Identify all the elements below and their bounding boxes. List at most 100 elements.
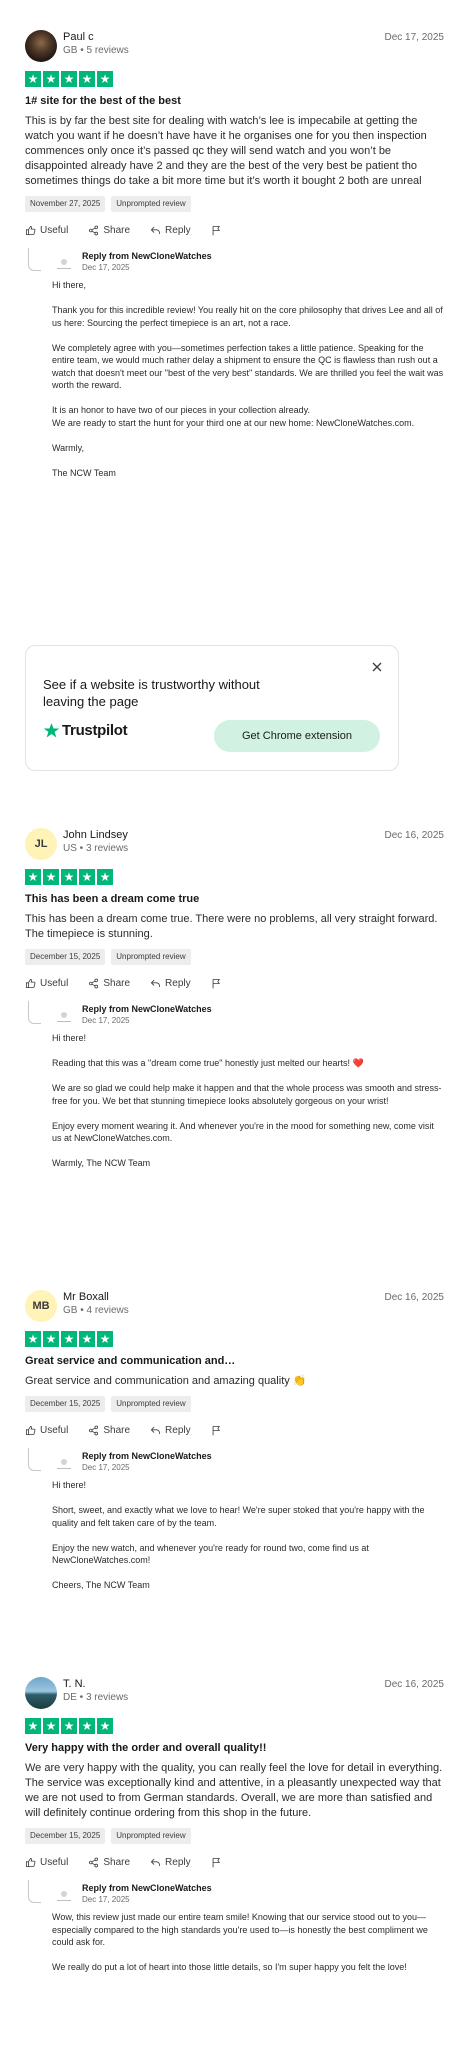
review-date: Dec 16, 2025 xyxy=(384,1679,445,1690)
star-icon: ★ xyxy=(97,1331,113,1347)
reply-date: Dec 17, 2025 xyxy=(82,1016,130,1025)
avatar[interactable]: MB xyxy=(25,1290,57,1322)
star-icon: ★ xyxy=(43,869,59,885)
company-reply: Reply from NewCloneWatches Dec 17, 2025 … xyxy=(25,1880,444,1974)
review-actions: Useful Share Reply xyxy=(25,1425,444,1436)
useful-button[interactable]: Useful xyxy=(25,1857,68,1868)
company-logo-icon[interactable] xyxy=(52,1880,76,1902)
trustpilot-logo: Trustpilot xyxy=(43,722,128,739)
share-icon xyxy=(89,978,99,989)
reply-text: Hi there! Short, sweet, and exactly what … xyxy=(52,1479,444,1592)
experience-date-tag: December 15, 2025 xyxy=(25,1396,106,1412)
reply-paragraph: It is an honor to have two of our pieces… xyxy=(52,405,415,428)
promo-text: See if a website is trustworthy without … xyxy=(43,677,260,709)
reply-label: Reply xyxy=(165,978,191,989)
review-tags: December 15, 2025 Unprompted review xyxy=(25,1828,444,1844)
report-button[interactable] xyxy=(211,978,222,989)
reply-from: Reply from NewCloneWatches xyxy=(82,1883,212,1893)
star-icon: ★ xyxy=(61,869,77,885)
review-type-tag: Unprompted review xyxy=(111,1828,191,1844)
close-icon[interactable] xyxy=(370,660,384,674)
useful-button[interactable]: Useful xyxy=(25,225,68,236)
reply-button[interactable]: Reply xyxy=(150,225,191,236)
share-icon xyxy=(89,225,99,236)
reply-paragraph: We really do put a lot of heart into tho… xyxy=(52,1962,407,1972)
review-title[interactable]: Great service and communication and… xyxy=(25,1354,444,1368)
company-logo-icon[interactable] xyxy=(52,248,76,270)
trustpilot-star-icon xyxy=(43,723,60,738)
useful-label: Useful xyxy=(40,225,69,236)
reviewer-name[interactable]: Mr Boxall xyxy=(63,1290,129,1304)
share-icon xyxy=(89,1857,99,1868)
reply-paragraph: Short, sweet, and exactly what we love t… xyxy=(52,1505,425,1528)
review-date: Dec 17, 2025 xyxy=(384,32,445,43)
reply-connector xyxy=(28,248,41,271)
company-logo-icon[interactable] xyxy=(52,1448,76,1470)
avatar[interactable]: JL xyxy=(25,828,57,860)
reply-from: Reply from NewCloneWatches xyxy=(82,251,212,261)
reply-text: Hi there, Thank you for this incredible r… xyxy=(52,279,444,479)
share-icon xyxy=(89,1425,99,1436)
share-button[interactable]: Share xyxy=(88,1425,130,1436)
report-button[interactable] xyxy=(211,1425,222,1436)
flag-icon xyxy=(212,1857,220,1868)
reviewer-name[interactable]: John Lindsey xyxy=(63,828,128,842)
star-icon: ★ xyxy=(61,71,77,87)
review-type-tag: Unprompted review xyxy=(111,196,191,212)
review-title[interactable]: Very happy with the order and overall qu… xyxy=(25,1741,444,1755)
share-button[interactable]: Share xyxy=(88,1857,130,1868)
reply-paragraph: Warmly, The NCW Team xyxy=(52,1158,151,1168)
reply-paragraph: Thank you for this incredible review! Yo… xyxy=(52,305,443,328)
review-title[interactable]: 1# site for the best of the best xyxy=(25,94,444,108)
star-icon: ★ xyxy=(25,71,41,87)
reply-paragraph: Enjoy the new watch, and whenever you're… xyxy=(52,1542,369,1566)
avatar[interactable] xyxy=(25,1677,57,1709)
reply-button[interactable]: Reply xyxy=(150,978,191,989)
star-icon: ★ xyxy=(25,869,41,885)
review-tags: December 15, 2025 Unprompted review xyxy=(25,1396,444,1412)
star-rating: ★ ★ ★ ★ ★ xyxy=(25,71,444,87)
star-icon: ★ xyxy=(97,869,113,885)
reviewer-meta: DE • 3 reviews xyxy=(63,1692,129,1703)
star-icon: ★ xyxy=(43,1718,59,1734)
reply-button[interactable]: Reply xyxy=(150,1857,191,1868)
get-chrome-extension-button[interactable]: Get Chrome extension xyxy=(214,720,380,752)
reviewer-name[interactable]: T. N. xyxy=(63,1677,128,1691)
company-reply: Reply from NewCloneWatches Dec 17, 2025 … xyxy=(25,1001,444,1170)
avatar-initials: JL xyxy=(34,838,48,850)
useful-button[interactable]: Useful xyxy=(25,1425,68,1436)
review-body: We are very happy with the quality, you … xyxy=(25,1762,443,1819)
company-reply: Reply from NewCloneWatches Dec 17, 2025 … xyxy=(25,248,444,479)
star-icon: ★ xyxy=(79,1718,95,1734)
report-button[interactable] xyxy=(211,1857,222,1868)
star-icon: ★ xyxy=(25,1331,41,1347)
reply-arrow-icon xyxy=(150,1858,161,1866)
useful-button[interactable]: Useful xyxy=(25,978,68,989)
reply-paragraph: Hi there! xyxy=(52,1033,87,1043)
review-actions: Useful Share Reply xyxy=(25,978,444,989)
star-icon: ★ xyxy=(97,1718,113,1734)
company-reply: Reply from NewCloneWatches Dec 17, 2025 … xyxy=(25,1448,444,1592)
reply-date: Dec 17, 2025 xyxy=(82,1895,130,1904)
star-rating: ★ ★ ★ ★ ★ xyxy=(25,869,444,885)
share-label: Share xyxy=(103,225,131,236)
reply-from: Reply from NewCloneWatches xyxy=(82,1451,212,1461)
avatar[interactable] xyxy=(25,30,57,62)
report-button[interactable] xyxy=(211,225,222,236)
review-type-tag: Unprompted review xyxy=(111,1396,191,1412)
share-button[interactable]: Share xyxy=(88,978,130,989)
star-icon: ★ xyxy=(43,1331,59,1347)
company-logo-icon[interactable] xyxy=(52,1001,76,1023)
review-date: Dec 16, 2025 xyxy=(384,1292,445,1303)
reviewer-meta: US • 3 reviews xyxy=(63,843,129,854)
review-title[interactable]: This has been a dream come true xyxy=(25,892,444,906)
reviewer-name[interactable]: Paul c xyxy=(63,30,129,44)
share-button[interactable]: Share xyxy=(88,225,130,236)
experience-date-tag: December 15, 2025 xyxy=(25,949,106,965)
review-actions: Useful Share Reply xyxy=(25,225,444,236)
review-body: This has been a dream come true. There w… xyxy=(25,913,438,940)
review-actions: Useful Share Reply xyxy=(25,1857,444,1868)
star-icon: ★ xyxy=(25,1718,41,1734)
reply-button[interactable]: Reply xyxy=(150,1425,191,1436)
review-type-tag: Unprompted review xyxy=(111,949,191,965)
